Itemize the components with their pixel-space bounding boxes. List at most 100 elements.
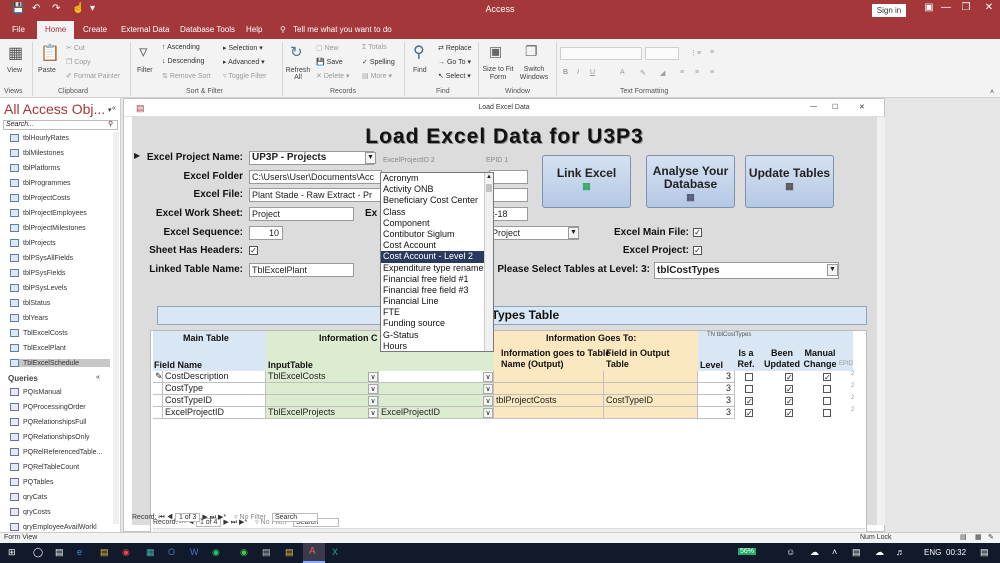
green-app-icon[interactable]: ◉ bbox=[240, 547, 248, 558]
grid-cell-level[interactable]: 3 bbox=[698, 395, 735, 407]
row-selector[interactable] bbox=[153, 395, 163, 407]
folder-icon[interactable]: ▤ bbox=[285, 547, 294, 558]
no-filter-button[interactable]: ▿ No Filter bbox=[234, 514, 266, 521]
grid-cell-level[interactable]: 3 bbox=[698, 407, 735, 419]
grid-cell-input[interactable]: TblExcelCosts bbox=[266, 371, 379, 383]
align-center-icon[interactable]: ≡ bbox=[695, 69, 699, 76]
grid-cell-out-table[interactable] bbox=[494, 407, 604, 419]
grid-cell-out-field[interactable] bbox=[604, 371, 698, 383]
cloud-icon[interactable]: ☁ bbox=[875, 547, 884, 558]
form-close-icon[interactable]: ✕ bbox=[859, 103, 865, 111]
goto-button[interactable]: → Go To ▾ bbox=[438, 58, 471, 66]
undo-icon[interactable]: ↶ bbox=[32, 3, 40, 14]
last-record-icon[interactable]: ⏭ bbox=[210, 514, 216, 521]
volume-icon[interactable]: ♬ bbox=[896, 547, 905, 557]
dropdown-option[interactable]: Contibutor Siglum bbox=[381, 229, 484, 240]
delete-record-button[interactable]: ✕ Delete ▾ bbox=[316, 72, 350, 80]
people-icon[interactable]: ☺ bbox=[786, 547, 795, 557]
restore-icon[interactable]: ❐ bbox=[955, 2, 977, 13]
dropdown-option[interactable]: Financial free field #1 bbox=[381, 274, 484, 285]
customize-qat-icon[interactable]: ▾ bbox=[90, 3, 95, 14]
edge-icon[interactable]: e bbox=[77, 547, 82, 557]
advanced-button[interactable]: ▸ Advanced ▾ bbox=[223, 58, 265, 66]
grid-cell-out-table[interactable] bbox=[494, 383, 604, 395]
record-position[interactable]: 1 of 3 bbox=[174, 513, 201, 522]
grid-cell-info[interactable] bbox=[379, 395, 494, 407]
size-to-fit-button[interactable]: Size to Fit Form bbox=[481, 66, 515, 82]
totals-button[interactable]: Σ Totals bbox=[362, 44, 387, 51]
nav-table-item[interactable]: tblPSysFields bbox=[10, 269, 110, 277]
collapse-section-icon[interactable]: « bbox=[96, 374, 100, 381]
next-record-icon[interactable]: ▶ bbox=[202, 514, 207, 521]
nav-table-item[interactable]: tblPlatforms bbox=[10, 164, 110, 172]
cut-button[interactable]: ✂ Cut bbox=[66, 44, 85, 52]
dropdown-scrollbar[interactable]: ▲ bbox=[484, 173, 493, 351]
select-button[interactable]: ↖ Select ▾ bbox=[438, 72, 471, 80]
search-icon[interactable]: ◯ bbox=[33, 547, 43, 558]
update-tables-button[interactable]: Update Tables ▦ bbox=[745, 155, 834, 208]
chevron-down-icon[interactable]: ▼ bbox=[365, 152, 376, 164]
view-icon[interactable]: ▦ bbox=[8, 43, 23, 63]
row-selector[interactable]: ✎ bbox=[153, 371, 163, 383]
grid-cell-input[interactable] bbox=[266, 383, 379, 395]
underline-icon[interactable]: U bbox=[590, 69, 595, 76]
new-record-icon[interactable]: ▶* bbox=[218, 514, 226, 521]
excel-work-sheet-field[interactable]: Project bbox=[249, 207, 354, 221]
network-icon[interactable]: ▤ bbox=[852, 547, 861, 558]
bullets-icon[interactable]: ⋮≡ bbox=[690, 49, 701, 57]
grid-cell-input[interactable]: TblExcelProjects bbox=[266, 407, 379, 419]
excel-project-name-combo[interactable]: UP3P - Projects bbox=[249, 151, 374, 165]
grid-cell-info[interactable] bbox=[379, 383, 494, 395]
switch-windows-button[interactable]: Switch Windows bbox=[516, 66, 552, 82]
nav-table-item[interactable]: tblProjects bbox=[10, 239, 110, 247]
tab-home[interactable]: Home bbox=[37, 21, 75, 39]
nav-query-item[interactable]: PQRelationshipsFull bbox=[10, 418, 86, 426]
chrome-icon[interactable]: ◉ bbox=[122, 547, 130, 558]
nav-query-item[interactable]: qryCosts bbox=[10, 508, 51, 516]
font-size-combo[interactable] bbox=[645, 47, 679, 60]
excel-main-file-checkbox[interactable]: ✓ bbox=[693, 228, 702, 237]
nav-query-item[interactable]: qryEmployeeAvailWorkl bbox=[10, 523, 97, 531]
nav-table-item[interactable]: tblProgrammes bbox=[10, 179, 110, 187]
excel-project-checkbox[interactable]: ✓ bbox=[693, 246, 702, 255]
grid-checkbox-manual[interactable] bbox=[823, 385, 831, 393]
grid-checkbox-updated[interactable]: ✓ bbox=[785, 409, 793, 418]
chevron-down-icon[interactable]: ∨ bbox=[368, 396, 378, 406]
find-icon[interactable]: ⚲ bbox=[413, 42, 425, 62]
file-explorer-icon[interactable]: ▤ bbox=[100, 547, 109, 558]
nav-query-item[interactable]: PQIsManual bbox=[10, 388, 62, 396]
save-icon[interactable]: 💾 bbox=[12, 3, 24, 14]
bold-icon[interactable]: B bbox=[563, 69, 568, 76]
find-button[interactable]: Find bbox=[413, 67, 427, 74]
grid-cell-field[interactable]: CostTypeID bbox=[163, 395, 266, 407]
grid-cell-field[interactable]: CostDescription bbox=[163, 371, 266, 383]
filter-icon[interactable]: ▿ bbox=[139, 42, 148, 62]
excel-taskbar-icon[interactable]: X bbox=[332, 547, 338, 557]
row-selector[interactable] bbox=[153, 407, 163, 419]
chevron-down-icon[interactable]: ∨ bbox=[483, 396, 493, 406]
collapse-ribbon-icon[interactable]: ˄ bbox=[990, 89, 994, 96]
font-name-combo[interactable] bbox=[560, 47, 642, 60]
excel-sequence-field[interactable]: 10 bbox=[249, 226, 283, 240]
nav-table-item[interactable]: tblProjectMilestones bbox=[10, 224, 110, 232]
dropdown-option[interactable]: Acronym bbox=[381, 173, 484, 184]
close-icon[interactable]: ✕ bbox=[978, 2, 1000, 13]
save-record-button[interactable]: 💾 Save bbox=[316, 58, 343, 66]
form-minimize-icon[interactable]: — bbox=[810, 103, 817, 110]
nav-table-item[interactable]: tblProjectCosts bbox=[10, 194, 110, 202]
search-icon[interactable]: ⚲ bbox=[108, 120, 113, 128]
refresh-all-button[interactable]: Refresh All bbox=[285, 67, 311, 81]
nav-table-item[interactable]: tblProjectEmployees bbox=[10, 209, 110, 217]
remove-sort-button[interactable]: ⇅ Remove Sort bbox=[162, 72, 211, 80]
descending-button[interactable]: ↓ Descending bbox=[162, 58, 204, 65]
grid-cell-out-table[interactable]: tblProjectCosts bbox=[494, 395, 604, 407]
select-tables-combo[interactable]: tblCostTypes bbox=[654, 262, 839, 279]
refresh-icon[interactable]: ↻ bbox=[290, 43, 303, 61]
nav-query-item[interactable]: PQRelTableCount bbox=[10, 463, 79, 471]
grid-cell-level[interactable]: 3 bbox=[698, 383, 735, 395]
nav-table-item[interactable]: tblMilestones bbox=[10, 149, 110, 157]
language-indicator[interactable]: ENG bbox=[924, 548, 941, 557]
grid-checkbox-manual[interactable] bbox=[823, 397, 831, 405]
clock[interactable]: 00:32 bbox=[946, 548, 966, 557]
paste-button[interactable]: Paste bbox=[38, 67, 56, 74]
